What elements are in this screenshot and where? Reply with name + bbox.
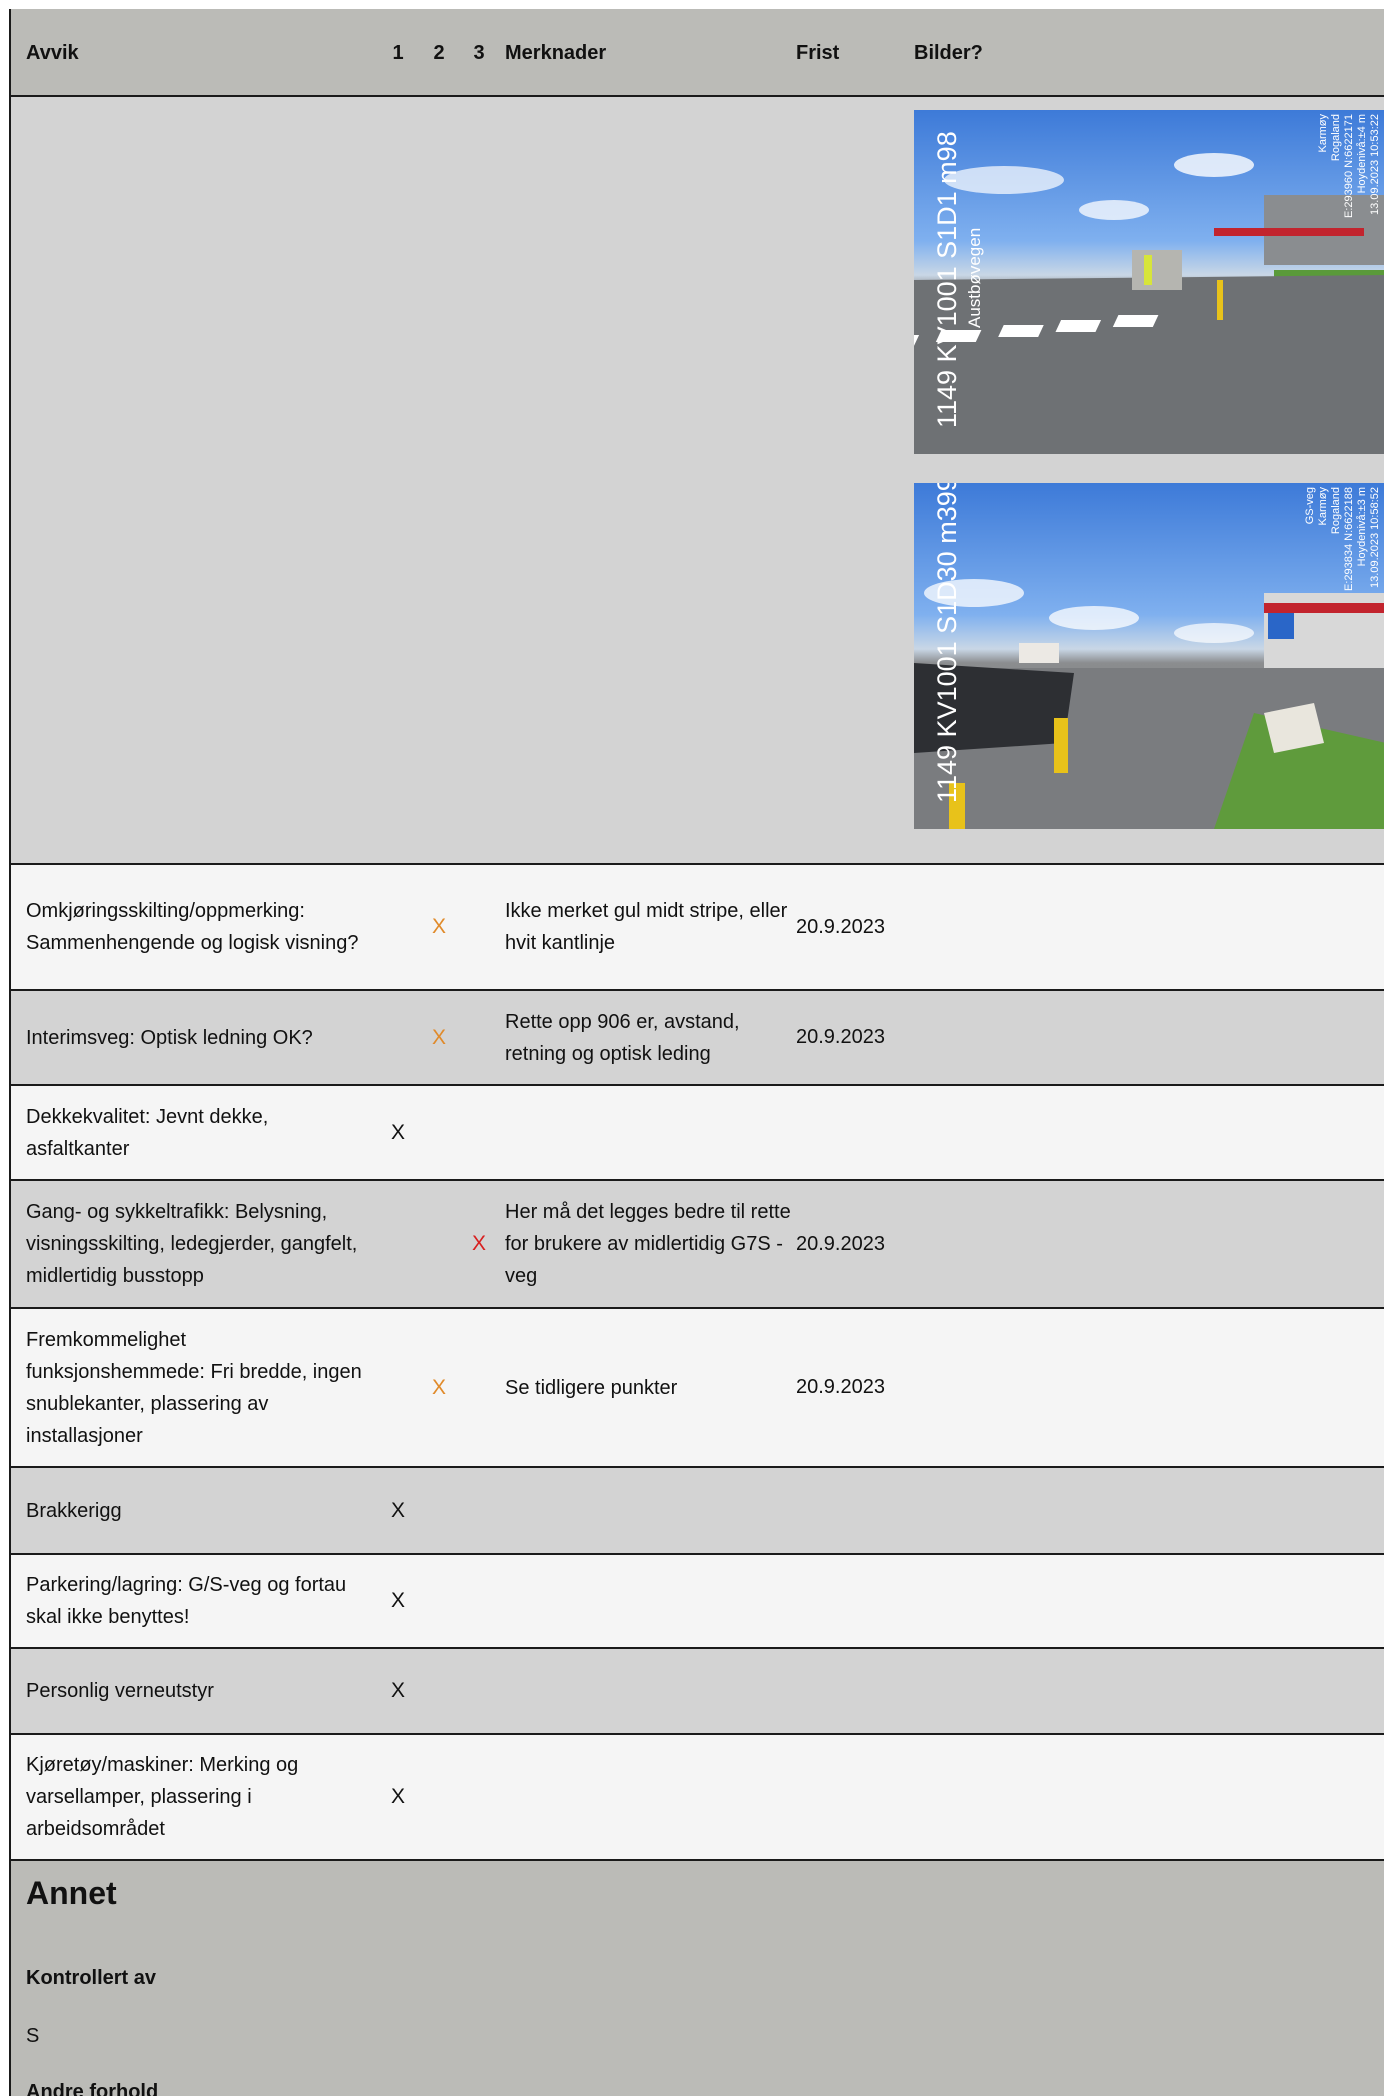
table-row: Parkering/lagring: G/S-veg og fortau ska… <box>11 1555 1384 1649</box>
mark-col-3 <box>462 1649 496 1733</box>
photo-meta-line: Hoydenivå:±3 m <box>1356 487 1368 566</box>
mark-col-3 <box>462 865 496 989</box>
table-row: Personlig verneutstyr X <box>11 1649 1384 1735</box>
row-merknader: Her må det legges bedre til rette for br… <box>505 1201 791 1287</box>
photo-2-scene: 1149 KV1001 S1D30 m399 GS-veg Karmøy Rogala… <box>914 483 1384 829</box>
row-merknader <box>505 1086 795 1179</box>
photo-meta-line: Rogaland <box>1330 487 1342 534</box>
row-avvik: Parkering/lagring: G/S-veg og fortau ska… <box>26 1574 347 1628</box>
mark-col-2 <box>422 1555 456 1647</box>
row-avvik: Interimsveg: Optisk ledning OK? <box>26 1026 313 1049</box>
row-frist: 20.9.2023 <box>796 1376 885 1398</box>
mark-col-3 <box>462 1468 496 1553</box>
mark-col-1: X <box>390 1120 405 1144</box>
mark-col-2: X <box>431 1375 446 1399</box>
mark-col-3 <box>462 1555 496 1647</box>
photo-row: 1149 KV1001 S1D1 m98 Austbøvegen Karmøy Rog… <box>11 97 1384 865</box>
row-merknader: Ikke merket gul midt stripe, eller hvit … <box>505 900 788 954</box>
mark-col-2: X <box>431 915 446 938</box>
mark-col-1 <box>381 1309 415 1466</box>
row-merknader <box>505 1468 795 1553</box>
row-avvik: Omkjøringsskilting/oppmerking: Sammenhen… <box>26 900 359 954</box>
mark-col-3: X <box>471 1232 486 1255</box>
inspection-table: Avvik 1 2 3 Merknader Frist Bilder? 1149… <box>9 9 1384 2096</box>
photo-meta-line: Rogaland <box>1330 114 1342 161</box>
mark-col-3 <box>462 1309 496 1466</box>
mark-col-2: X <box>431 1025 446 1049</box>
row-avvik: Brakkerigg <box>26 1499 122 1522</box>
row-frist <box>796 1468 906 1553</box>
photo-meta-line: GS-veg <box>1304 487 1316 524</box>
mark-col-3 <box>462 991 496 1084</box>
mark-col-2 <box>422 1649 456 1733</box>
header-col-1: 1 <box>392 41 404 64</box>
row-merknader: Se tidligere punkter <box>505 1376 678 1399</box>
mark-col-1 <box>381 865 415 989</box>
row-frist: 20.9.2023 <box>796 915 885 938</box>
row-avvik: Gang- og sykkeltrafikk: Belysning, visni… <box>26 1201 358 1287</box>
row-merknader <box>505 1555 795 1647</box>
header-bilder: Bilder? <box>914 41 983 64</box>
photo-meta-line: E:293960 N:6622171 <box>1343 114 1355 218</box>
row-frist <box>796 1086 906 1179</box>
photo-meta-line: Karmøy <box>1317 114 1329 153</box>
photo-caption-sub: Austbøvegen <box>965 228 984 328</box>
photo-meta-line: Karmøy <box>1317 487 1329 526</box>
row-merknader: Rette opp 906 er, avstand, retning og op… <box>505 1010 740 1065</box>
mark-col-2 <box>422 1086 456 1179</box>
table-row: Kjøretøy/maskiner: Merking og varsellamp… <box>11 1735 1384 1861</box>
annet-section: Annet Kontrollert av S Andre forhold <box>11 1861 1384 2096</box>
header-col-2: 2 <box>433 41 445 64</box>
header-merknader: Merknader <box>505 42 607 64</box>
row-avvik: Kjøretøy/maskiner: Merking og varsellamp… <box>26 1754 299 1840</box>
table-row: Brakkerigg X <box>11 1468 1384 1555</box>
table-row: Dekkekvalitet: Jevnt dekke, asfaltkanter… <box>11 1086 1384 1181</box>
mark-col-1 <box>381 991 415 1084</box>
kontrollert-label: Kontrollert av <box>26 1967 157 1989</box>
photo-meta-line: 13.09.2023 10:58:52 <box>1369 487 1381 588</box>
header-col-3: 3 <box>473 41 485 64</box>
mark-col-2 <box>422 1181 456 1307</box>
mark-col-2 <box>422 1468 456 1553</box>
site-photo-1[interactable]: 1149 KV1001 S1D1 m98 Austbøvegen Karmøy Rog… <box>914 110 1384 454</box>
row-frist <box>796 1735 906 1859</box>
andre-forhold-label: Andre forhold <box>26 2081 159 2096</box>
photo-meta-line: Hoydenivå:±4 m <box>1356 114 1368 193</box>
row-avvik: Fremkommelighet funksjonshemmede: Fri br… <box>26 1328 362 1447</box>
mark-col-2 <box>422 1735 456 1859</box>
kontrollert-value: S <box>26 2025 40 2047</box>
row-frist: 20.9.2023 <box>796 1026 885 1048</box>
table-row: Omkjøringsskilting/oppmerking: Sammenhen… <box>11 865 1384 991</box>
photo-meta-line: E:293834 N:6622188 <box>1343 487 1355 591</box>
row-avvik: Dekkekvalitet: Jevnt dekke, asfaltkanter <box>26 1105 269 1160</box>
row-frist: 20.9.2023 <box>796 1232 885 1255</box>
row-frist <box>796 1649 906 1733</box>
row-avvik: Personlig verneutstyr <box>26 1680 214 1702</box>
table-header: Avvik 1 2 3 Merknader Frist Bilder? <box>11 9 1384 97</box>
photo-meta-line: 13.09.2023 10:53:22 <box>1369 114 1381 215</box>
table-row: Gang- og sykkeltrafikk: Belysning, visni… <box>11 1181 1384 1309</box>
row-frist <box>796 1555 906 1647</box>
site-photo-2[interactable]: 1149 KV1001 S1D30 m399 GS-veg Karmøy Rogala… <box>914 483 1384 829</box>
annet-title: Annet <box>26 1875 117 1911</box>
mark-col-1: X <box>390 1679 405 1702</box>
table-row: Interimsveg: Optisk ledning OK? X Rette … <box>11 991 1384 1086</box>
row-merknader <box>505 1649 795 1733</box>
mark-col-1: X <box>390 1498 405 1522</box>
photo-caption-main: 1149 KV1001 S1D1 m98 <box>932 131 962 428</box>
mark-col-1 <box>381 1181 415 1307</box>
row-merknader <box>505 1735 795 1859</box>
header-avvik: Avvik <box>26 42 79 64</box>
mark-col-3 <box>462 1086 496 1179</box>
mark-col-3 <box>462 1735 496 1859</box>
table-row: Fremkommelighet funksjonshemmede: Fri br… <box>11 1309 1384 1468</box>
mark-col-1: X <box>390 1785 405 1808</box>
mark-col-1: X <box>390 1589 405 1612</box>
header-frist: Frist <box>796 41 840 64</box>
photo-1-scene: 1149 KV1001 S1D1 m98 Austbøvegen Karmøy Rog… <box>914 114 1384 454</box>
photo-caption-main: 1149 KV1001 S1D30 m399 <box>932 483 962 803</box>
